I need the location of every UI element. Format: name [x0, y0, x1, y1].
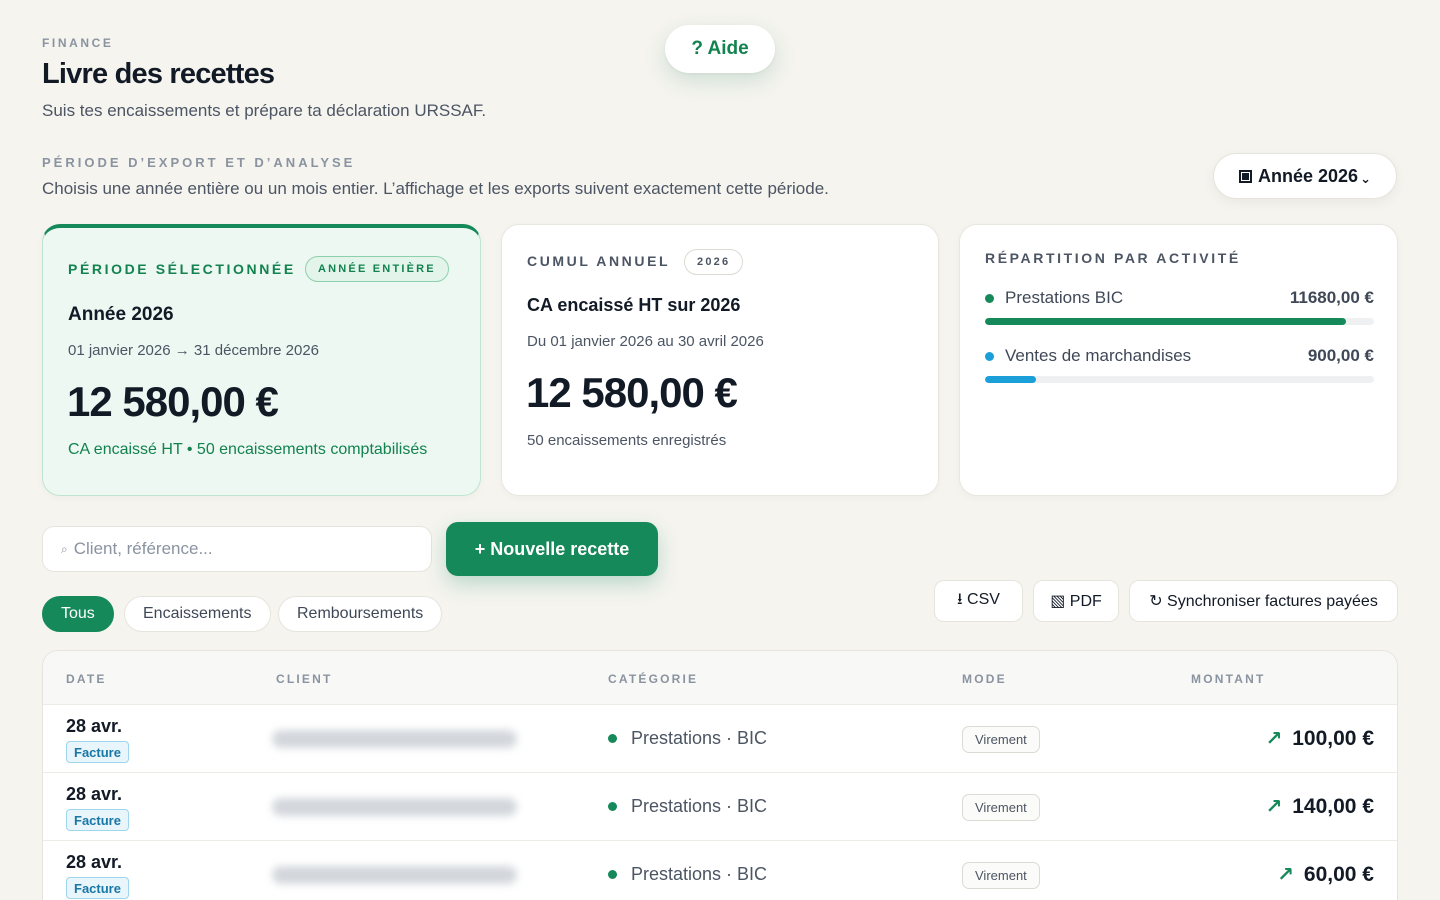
- period-description: Choisis une année entière ou un mois ent…: [42, 179, 829, 198]
- activity-value: 900,00 €: [1307, 346, 1374, 365]
- period-eyebrow: PÉRIODE D’EXPORT ET D’ANALYSE: [42, 155, 356, 170]
- new-receipt-button[interactable]: + Nouvelle recette: [446, 522, 658, 576]
- annual-cumul-amount: 12 580,00 €: [526, 369, 738, 416]
- tab-remboursements[interactable]: Remboursements: [278, 596, 443, 632]
- activity-bar: [985, 376, 1374, 383]
- column-header-amount[interactable]: MONTANT: [1191, 672, 1266, 686]
- row-category-label: Prestations · BIC: [631, 728, 768, 748]
- row-amount-value: 100,00 €: [1292, 726, 1374, 750]
- annual-cumul-name: CA encaissé HT sur 2026: [527, 295, 741, 315]
- row-date: 28 avr.: [66, 716, 123, 736]
- activity-dot: [985, 351, 994, 361]
- annual-cumul-range: Du 01 janvier 2026 au 30 avril 2026: [527, 333, 764, 350]
- selected-period-name: Année 2026: [68, 304, 174, 325]
- export-csv-button[interactable]: ⭳ CSV: [934, 580, 1023, 622]
- activity-label: Prestations BIC: [1005, 288, 1124, 307]
- row-mode-badge: Virement: [962, 794, 1040, 821]
- selected-period-eyebrow: PÉRIODE SÉLECTIONNÉE: [68, 261, 296, 277]
- column-header-category[interactable]: CATÉGORIE: [608, 672, 698, 686]
- row-amount-value: 140,00 €: [1292, 794, 1374, 818]
- row-amount: ↗ 140,00 €: [1265, 794, 1374, 819]
- row-category-label: Prestations · BIC: [631, 864, 768, 884]
- row-amount: ↗ 60,00 €: [1277, 862, 1374, 887]
- calendar-icon: [1239, 169, 1253, 183]
- search-icon: ⌕: [61, 541, 68, 556]
- row-type-badge: Facture: [66, 809, 129, 831]
- search-input[interactable]: [73, 539, 404, 559]
- annual-cumul-card: CUMUL ANNUEL 2026 CA encaissé HT sur 202…: [501, 224, 939, 496]
- activity-bar-fill: [985, 376, 1036, 383]
- tab-encaissements[interactable]: Encaissements: [124, 596, 271, 632]
- arrow-up-right-icon: ↗: [1277, 864, 1294, 886]
- arrow-up-right-icon: ↗: [1265, 796, 1283, 818]
- activity-breakdown-card: RÉPARTITION PAR ACTIVITÉ Prestations BIC…: [959, 224, 1398, 496]
- category-dot: [608, 870, 617, 879]
- chevron-down-icon: ⌄: [1360, 171, 1371, 186]
- search-box[interactable]: ⌕: [42, 526, 432, 572]
- category-dot: [608, 734, 617, 743]
- table-row[interactable]: 28 avr. Facture Prestations · BIC Vireme…: [43, 705, 1397, 773]
- annual-cumul-eyebrow: CUMUL ANNUEL: [527, 253, 671, 269]
- row-date: 28 avr.: [66, 784, 123, 804]
- column-header-client[interactable]: CLIENT: [276, 672, 333, 686]
- row-category: Prestations · BIC: [608, 864, 767, 885]
- year-selector[interactable]: Année 2026 ⌄: [1213, 153, 1397, 199]
- row-type-badge: Facture: [66, 877, 129, 899]
- row-type-badge: Facture: [66, 741, 129, 763]
- row-client-redacted: [272, 866, 517, 884]
- row-amount-value: 60,00 €: [1303, 862, 1374, 886]
- table-row[interactable]: 28 avr. Facture Prestations · BIC Vireme…: [43, 841, 1397, 900]
- row-amount: ↗ 100,00 €: [1265, 726, 1374, 751]
- selected-period-card: PÉRIODE SÉLECTIONNÉE ANNÉE ENTIÈRE Année…: [42, 224, 481, 496]
- year-badge: 2026: [684, 249, 744, 275]
- tab-all[interactable]: Tous: [42, 596, 114, 632]
- activity-label: Ventes de marchandises: [1005, 346, 1192, 365]
- row-category: Prestations · BIC: [608, 796, 767, 817]
- column-header-mode[interactable]: MODE: [962, 672, 1007, 686]
- export-pdf-button[interactable]: ▧ PDF: [1033, 580, 1119, 622]
- annual-cumul-note: 50 encaissements enregistrés: [527, 432, 727, 449]
- activity-dot: [985, 293, 994, 303]
- activity-value: 11680,00 €: [1289, 288, 1374, 307]
- selected-period-range: 01 janvier 2026 → 31 décembre 2026: [68, 342, 320, 359]
- selected-period-amount: 12 580,00 €: [67, 378, 279, 425]
- row-client-redacted: [272, 798, 517, 816]
- column-header-date[interactable]: DATE: [66, 672, 107, 686]
- activity-row: Ventes de marchandises 900,00 €: [985, 341, 1374, 371]
- arrow-up-right-icon: ↗: [1265, 728, 1283, 750]
- page-subtitle: Suis tes encaissements et prépare ta déc…: [42, 101, 487, 120]
- full-year-badge: ANNÉE ENTIÈRE: [305, 256, 449, 282]
- year-selector-label: Année 2026: [1258, 165, 1359, 186]
- row-date: 28 avr.: [66, 852, 123, 872]
- activity-breakdown-eyebrow: RÉPARTITION PAR ACTIVITÉ: [985, 250, 1241, 266]
- table-row[interactable]: 28 avr. Facture Prestations · BIC Vireme…: [43, 773, 1397, 841]
- row-category: Prestations · BIC: [608, 728, 767, 749]
- activity-bar: [985, 318, 1374, 325]
- sync-invoices-button[interactable]: ↻ Synchroniser factures payées: [1129, 580, 1398, 622]
- category-dot: [608, 802, 617, 811]
- row-mode-badge: Virement: [962, 726, 1040, 753]
- selected-period-note: CA encaissé HT • 50 encaissements compta…: [68, 441, 428, 458]
- help-button[interactable]: ? Aide: [665, 25, 775, 73]
- row-mode-badge: Virement: [962, 862, 1040, 889]
- activity-bar-fill: [985, 318, 1347, 325]
- row-category-label: Prestations · BIC: [631, 796, 768, 816]
- activity-row: Prestations BIC 11680,00 €: [985, 283, 1374, 313]
- page-title: Livre des recettes: [42, 58, 275, 90]
- table-header: DATE CLIENT CATÉGORIE MODE MONTANT: [43, 651, 1397, 705]
- receipts-table: DATE CLIENT CATÉGORIE MODE MONTANT 28 av…: [42, 650, 1398, 900]
- row-client-redacted: [272, 730, 517, 748]
- page-eyebrow: FINANCE: [42, 36, 114, 50]
